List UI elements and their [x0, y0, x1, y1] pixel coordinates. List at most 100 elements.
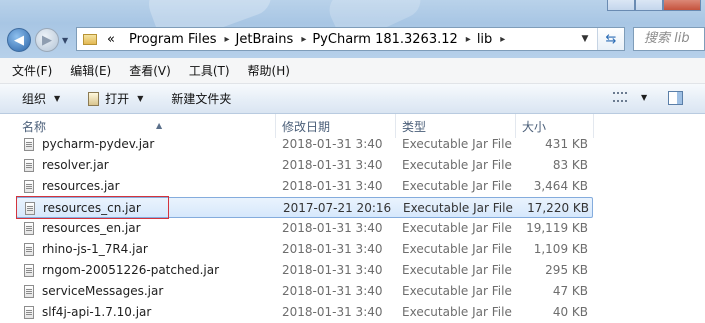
menu-view[interactable]: 查看(V)	[123, 62, 177, 79]
file-size: 19,119 KB	[526, 221, 588, 235]
jar-file-icon	[25, 202, 35, 215]
search-input[interactable]: 搜索 lib	[633, 27, 705, 51]
organize-button[interactable]: 组织 ▼	[22, 90, 60, 107]
file-name: resources.jar	[42, 179, 120, 193]
file-size: 295 KB	[545, 263, 588, 277]
file-date: 2018-01-31 3:40	[282, 284, 383, 298]
file-size: 1,109 KB	[533, 242, 588, 256]
jar-file-icon	[24, 180, 34, 193]
back-arrow-icon: ◀	[14, 32, 24, 48]
file-date: 2018-01-31 3:40	[282, 158, 383, 172]
file-name-cell: resources_cn.jar	[25, 198, 141, 219]
file-date: 2017-07-21 20:16	[283, 201, 392, 215]
maximize-button[interactable]	[635, 0, 663, 11]
change-view-button[interactable]: ▼	[613, 92, 647, 102]
open-label: 打开	[105, 92, 130, 106]
file-name-cell: slf4j-api-1.7.10.jar	[24, 302, 151, 323]
folder-icon	[83, 33, 97, 45]
file-type: Executable Jar File	[402, 179, 512, 193]
file-date: 2018-01-31 3:40	[282, 137, 383, 151]
jar-file-icon	[24, 306, 34, 319]
table-row[interactable]: resources_en.jar 2018-01-31 3:40 Executabl…	[16, 218, 593, 239]
jar-file-icon	[24, 159, 34, 172]
jar-file-icon	[88, 91, 100, 106]
breadcrumb-pycharm[interactable]: PyCharm 181.3263.12	[306, 32, 465, 47]
refresh-button[interactable]: ⇆	[597, 28, 624, 50]
menu-tools[interactable]: 工具(T)	[183, 62, 236, 79]
menu-help[interactable]: 帮助(H)	[242, 62, 296, 79]
breadcrumb-program-files[interactable]: Program Files	[123, 32, 225, 47]
file-type: Executable Jar File	[402, 263, 512, 277]
file-size: 83 KB	[552, 158, 588, 172]
file-list: 名称 ▲ 修改日期 类型 大小 pycharm-pydev.jar 2018-01…	[0, 114, 705, 319]
table-row[interactable]: rhino-js-1_7R4.jar 2018-01-31 3:40 Executa…	[16, 239, 593, 260]
file-size: 17,220 KB	[527, 201, 589, 215]
file-date: 2018-01-31 3:40	[282, 305, 383, 319]
file-name-cell: pycharm-pydev.jar	[24, 134, 154, 155]
file-name: slf4j-api-1.7.10.jar	[42, 305, 152, 319]
command-bar: 组织 ▼ 打开 ▼ 新建文件夹 ▼	[0, 84, 705, 114]
file-name-cell: resources.jar	[24, 176, 120, 197]
jar-file-icon	[24, 243, 34, 256]
jar-file-icon	[24, 222, 34, 235]
file-name-cell: resolver.jar	[24, 155, 109, 176]
jar-file-icon	[24, 285, 34, 298]
table-row[interactable]: serviceMessages.jar 2018-01-31 3:40 Execut…	[16, 281, 593, 302]
table-row[interactable]: rngom-20051226-patched.jar 2018-01-31 3:4…	[16, 260, 593, 281]
file-size: 47 KB	[552, 284, 588, 298]
window-controls	[607, 0, 701, 12]
menu-bar: 文件(F) 编辑(E) 查看(V) 工具(T) 帮助(H)	[0, 58, 705, 84]
table-row[interactable]: resolver.jar 2018-01-31 3:40 Executable Ja…	[16, 155, 593, 176]
open-button[interactable]: 打开 ▼	[88, 90, 143, 107]
table-row[interactable]: pycharm-pydev.jar 2018-01-31 3:40 Executab…	[16, 134, 593, 155]
file-name: rhino-js-1_7R4.jar	[42, 242, 148, 256]
column-name-label: 名称	[22, 120, 47, 134]
file-size: 3,464 KB	[533, 179, 588, 193]
chevron-down-icon: ▼	[137, 94, 144, 103]
refresh-icon: ⇆	[605, 31, 617, 47]
address-dropdown-button[interactable]: ▼	[576, 28, 594, 50]
file-name: resolver.jar	[42, 158, 109, 172]
file-size: 431 KB	[545, 137, 588, 151]
file-type: Executable Jar File	[402, 284, 512, 298]
chevron-down-icon: ▼	[54, 94, 61, 103]
file-name: resources_cn.jar	[43, 201, 141, 215]
file-name-cell: rngom-20051226-patched.jar	[24, 260, 219, 281]
table-row[interactable]: resources.jar 2018-01-31 3:40 Executable J…	[16, 176, 593, 197]
chevron-down-icon: ▼	[581, 34, 589, 44]
file-type: Executable Jar File	[402, 242, 512, 256]
view-list-icon	[613, 92, 627, 102]
forward-button[interactable]: ▶	[35, 28, 59, 52]
back-button[interactable]: ◀	[7, 28, 31, 52]
menu-edit[interactable]: 编辑(E)	[64, 62, 117, 79]
breadcrumb-lib[interactable]: lib	[471, 32, 500, 47]
file-date: 2018-01-31 3:40	[282, 221, 383, 235]
organize-label: 组织	[22, 92, 47, 106]
jar-file-icon	[24, 138, 34, 151]
table-row[interactable]: slf4j-api-1.7.10.jar 2018-01-31 3:40 Execu…	[16, 302, 593, 323]
jar-file-icon	[24, 264, 34, 277]
file-name-cell: serviceMessages.jar	[24, 281, 163, 302]
preview-pane-button[interactable]	[668, 91, 683, 105]
title-bar: ◀ ▶ ▼ « Program Files ▸ JetBrains ▸ PyCh…	[0, 0, 705, 58]
breadcrumb-jetbrains[interactable]: JetBrains	[230, 32, 302, 47]
new-folder-button[interactable]: 新建文件夹	[171, 90, 231, 107]
breadcrumb-overflow[interactable]: «	[101, 32, 123, 47]
table-row[interactable]: resources_cn.jar 2017-07-21 20:16 Executab…	[16, 197, 593, 218]
file-name-cell: resources_en.jar	[24, 218, 141, 239]
breadcrumb-separator-icon[interactable]: ▸	[500, 34, 505, 45]
minimize-button[interactable]	[607, 0, 635, 11]
close-button[interactable]	[663, 0, 701, 11]
file-name: rngom-20051226-patched.jar	[42, 263, 220, 277]
file-type: Executable Jar File	[403, 201, 513, 215]
recent-pages-button[interactable]: ▼	[62, 36, 72, 45]
menu-file[interactable]: 文件(F)	[6, 62, 58, 79]
address-bar[interactable]: « Program Files ▸ JetBrains ▸ PyCharm 18…	[76, 27, 625, 51]
file-name: pycharm-pydev.jar	[42, 137, 155, 151]
file-size: 40 KB	[552, 305, 588, 319]
file-date: 2018-01-31 3:40	[282, 242, 383, 256]
file-type: Executable Jar File	[402, 221, 512, 235]
file-name-cell: rhino-js-1_7R4.jar	[24, 239, 148, 260]
file-type: Executable Jar File	[402, 158, 512, 172]
file-name: resources_en.jar	[42, 221, 141, 235]
